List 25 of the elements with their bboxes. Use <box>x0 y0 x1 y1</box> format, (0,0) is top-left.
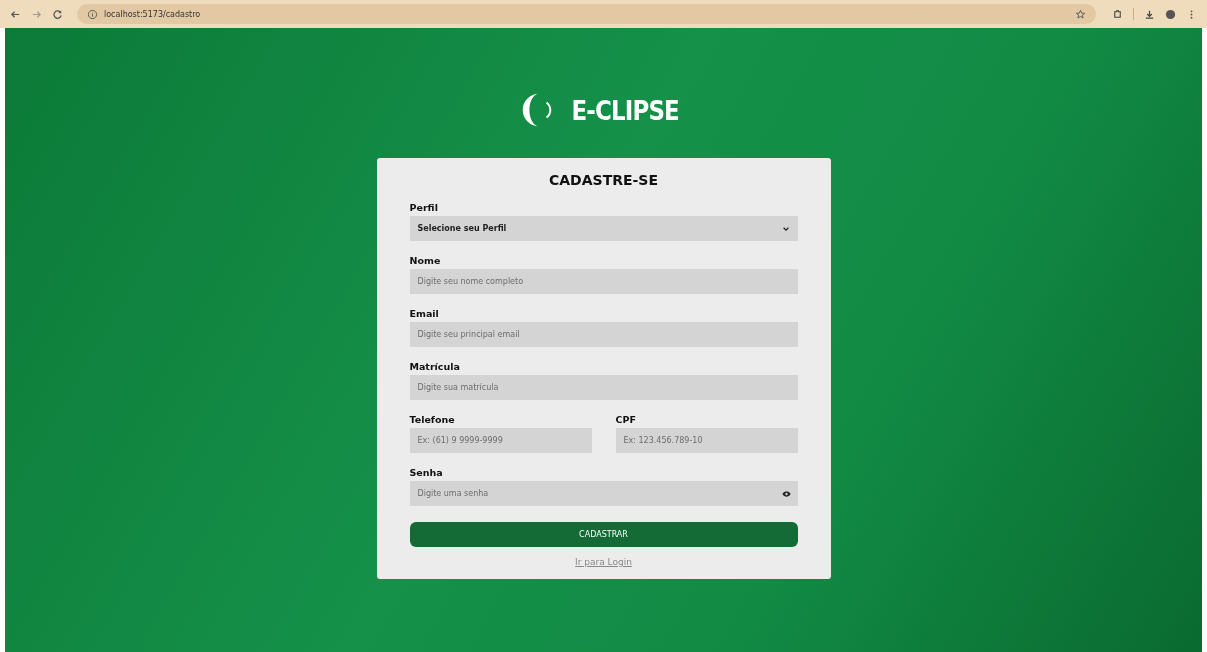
field-label: Email <box>409 308 440 319</box>
password-field[interactable]: Digite uma senha <box>409 481 798 506</box>
field-label: Nome <box>409 255 442 266</box>
field-label: Perfil <box>409 202 439 213</box>
input-field[interactable]: Digite seu principal email <box>409 322 798 347</box>
input-field[interactable]: Digite seu nome completo <box>409 269 798 294</box>
submit-button[interactable]: CADASTRAR <box>409 522 798 547</box>
download-icon[interactable] <box>1144 8 1155 20</box>
profile-select[interactable]: Selecione seu Perfil <box>409 216 798 241</box>
input-field[interactable]: Digite sua matrícula <box>409 375 798 400</box>
input-field[interactable]: Ex: (61) 9 9999-9999 <box>409 428 592 453</box>
info-icon <box>87 8 98 20</box>
eye-icon[interactable] <box>781 490 791 497</box>
avatar-icon[interactable] <box>1165 8 1176 20</box>
field-label: CPF <box>615 414 637 425</box>
input-field[interactable]: Ex: 123.456.789-10 <box>615 428 798 453</box>
field-label: Telefone <box>409 414 456 425</box>
logo-text: E-CLIPSE <box>571 94 680 126</box>
field-label: Senha <box>409 467 444 478</box>
form-title: CADASTRE-SE <box>548 172 659 188</box>
address-bar[interactable]: localhost:5173/cadastro <box>77 4 1096 24</box>
reload-icon[interactable] <box>52 8 63 20</box>
star-icon[interactable] <box>1075 8 1086 20</box>
field-label: Matrícula <box>409 361 461 372</box>
extensions-icon[interactable] <box>1112 8 1123 20</box>
